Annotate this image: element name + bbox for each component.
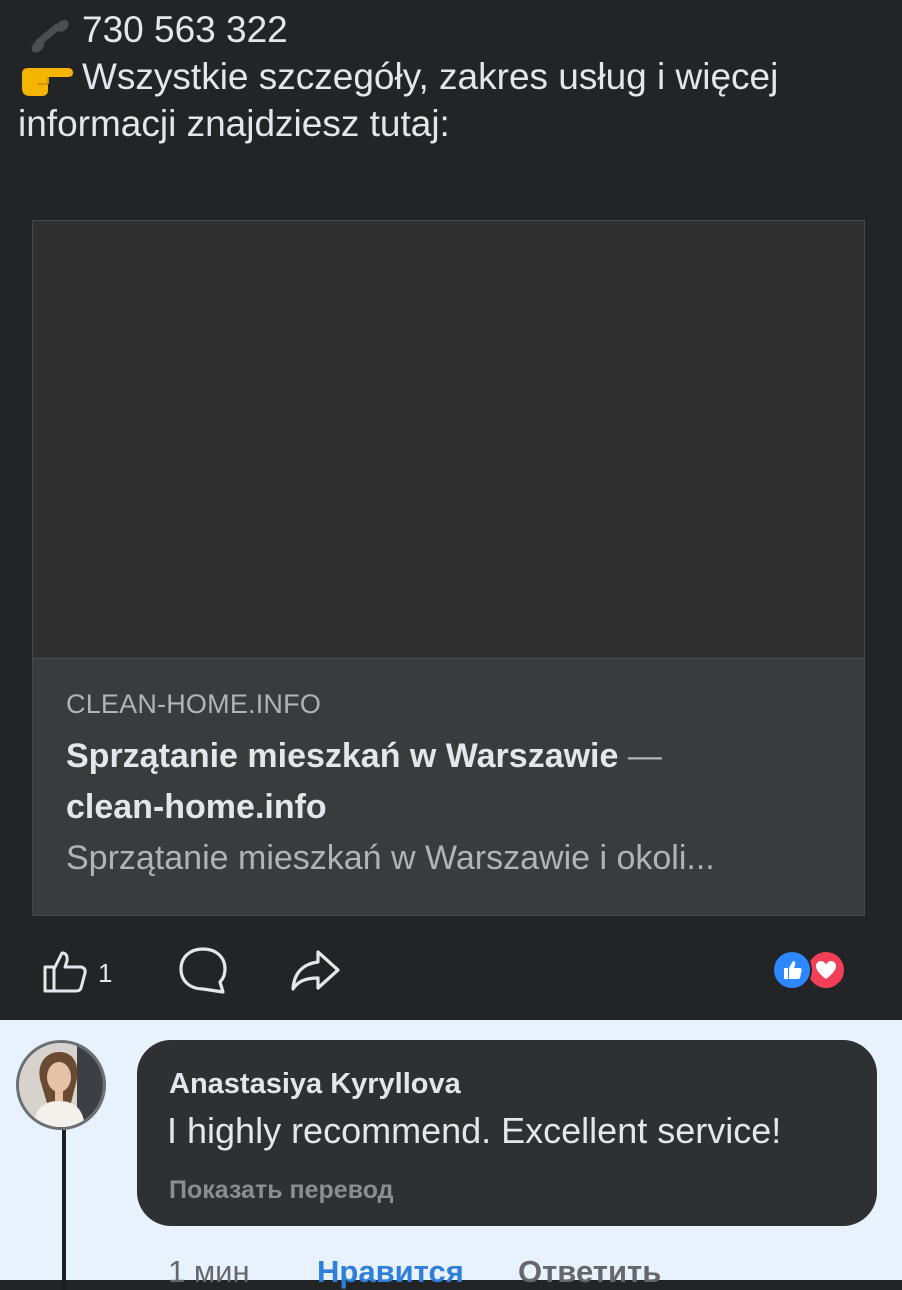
phone-line: 730 563 322 — [18, 6, 878, 53]
comment-bubble[interactable]: Anastasiya Kyryllova I highly recommend.… — [137, 1040, 877, 1226]
reactions-summary[interactable] — [772, 950, 850, 990]
backhand-index-pointing-right-icon — [18, 54, 76, 100]
link-preview-card[interactable]: CLEAN-HOME.INFO Sprzątanie mieszkań w Wa… — [32, 220, 865, 916]
share-icon — [288, 946, 342, 999]
link-title-separator: — — [618, 737, 662, 775]
show-translation-link[interactable]: Показать перевод — [169, 1176, 394, 1205]
comment-thread-line — [62, 1130, 66, 1290]
like-count: 1 — [98, 958, 113, 988]
info-line: Wszystkie szczegóły, zakres usług i więc… — [18, 53, 878, 100]
comment-button[interactable] — [176, 944, 230, 1003]
avatar[interactable] — [16, 1040, 106, 1130]
link-domain: CLEAN-HOME.INFO — [66, 689, 322, 719]
post-text: 730 563 322 Wszystkie szczegóły, zakres … — [18, 6, 878, 147]
comment-icon — [176, 944, 230, 1003]
comments-section: Anastasiya Kyryllova I highly recommend.… — [0, 1020, 902, 1290]
link-description: Sprzątanie mieszkań w Warszawie i okoli.… — [66, 839, 715, 877]
comment-time: 1 мин — [168, 1254, 250, 1289]
comment-reply-button[interactable]: Ответить — [518, 1254, 661, 1290]
phone-number[interactable]: 730 563 322 — [82, 6, 288, 53]
like-button[interactable]: 1 — [40, 946, 112, 1001]
share-button[interactable] — [288, 946, 342, 999]
link-title[interactable]: Sprzątanie mieszkań w Warszawie — clean-… — [66, 731, 826, 833]
link-title-main: Sprzątanie mieszkań w Warszawie — [66, 737, 619, 775]
like-reaction-icon — [772, 950, 812, 990]
info-text-line1: Wszystkie szczegóły, zakres usług i więc… — [82, 56, 779, 97]
telephone-receiver-icon — [18, 7, 76, 53]
love-reaction-icon — [806, 950, 846, 990]
link-preview-image[interactable] — [33, 221, 864, 659]
info-text-line2: informacji znajdziesz tutaj: — [18, 103, 450, 144]
post-actions-bar: 1 — [0, 940, 902, 1000]
like-icon — [40, 946, 90, 1001]
comment-author[interactable]: Anastasiya Kyryllova — [169, 1068, 461, 1101]
comment-text: I highly recommend. Excellent service! — [167, 1110, 782, 1151]
link-title-site: clean-home.info — [66, 788, 327, 826]
comment-like-button[interactable]: Нравится — [317, 1254, 464, 1290]
